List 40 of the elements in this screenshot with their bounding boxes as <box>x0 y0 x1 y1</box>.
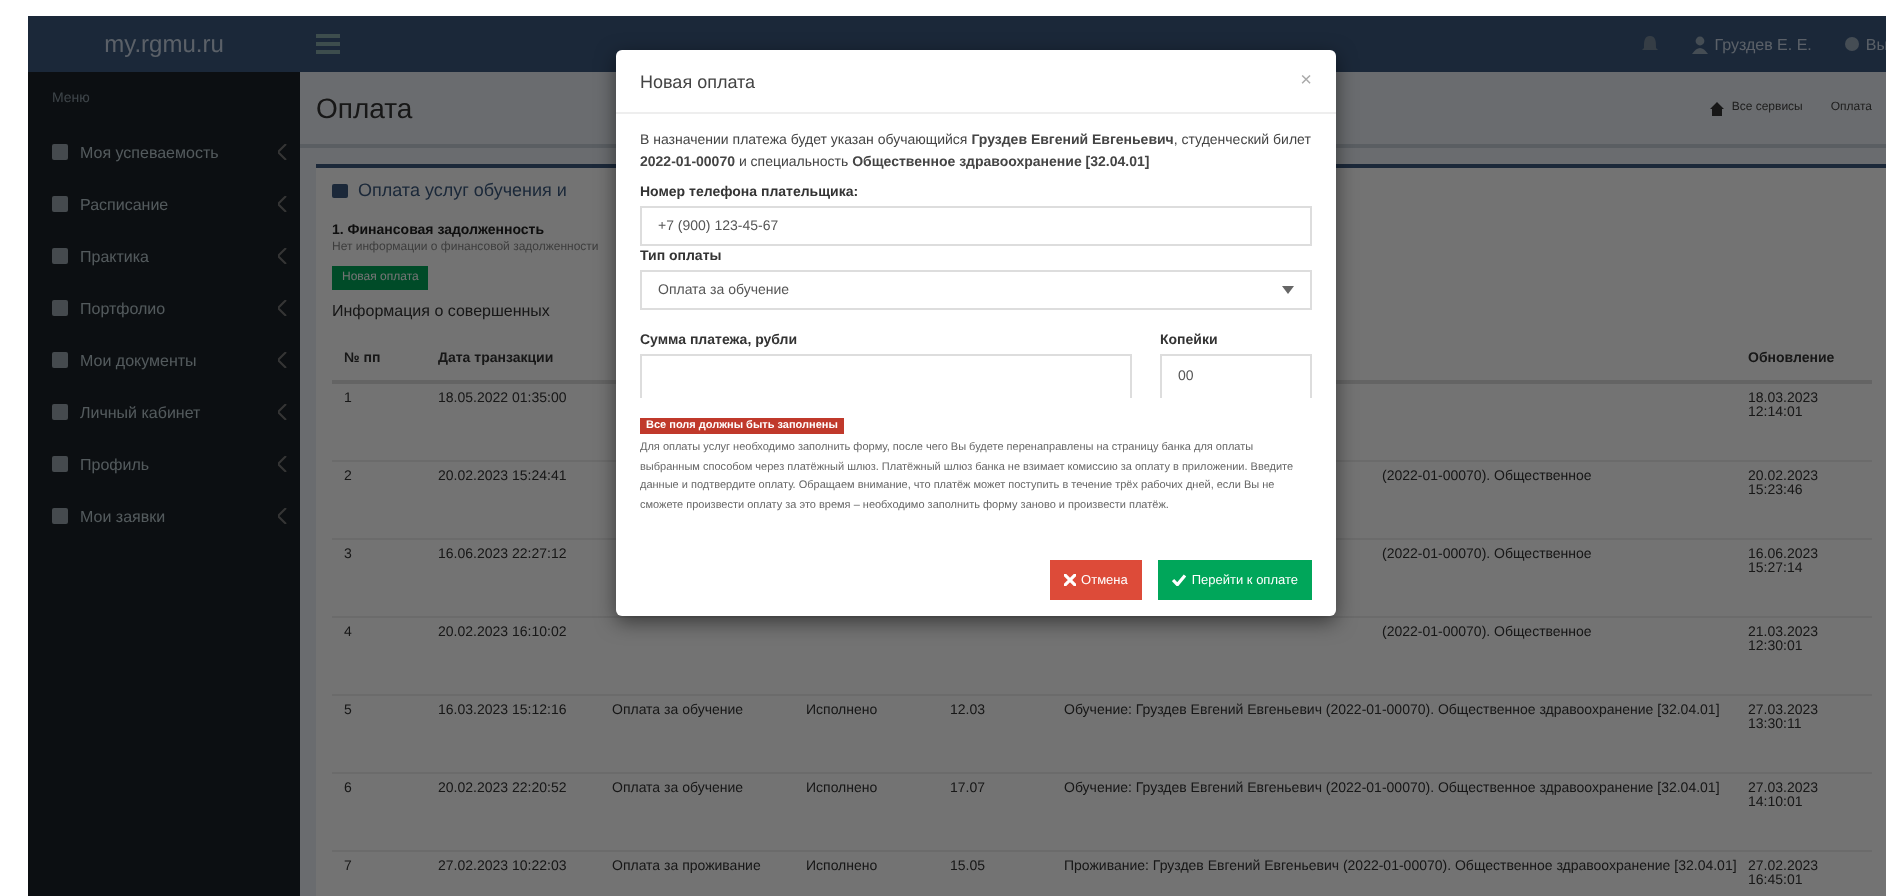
square-icon <box>52 300 68 316</box>
logo-text: my.rgmu.ru <box>102 30 226 58</box>
person-icon <box>1692 35 1709 53</box>
sidebar-item[interactable]: Профиль <box>28 438 300 490</box>
square-icon <box>52 456 68 472</box>
page-title: Оплата <box>316 92 413 124</box>
bell-icon <box>1640 34 1661 54</box>
check-icon <box>1171 574 1186 586</box>
chevron-icon <box>278 456 288 472</box>
close-icon <box>1063 574 1076 586</box>
chevron-icon <box>278 248 288 264</box>
home-icon <box>1709 101 1724 115</box>
chevron-icon <box>278 508 288 524</box>
sidebar-item[interactable]: Расписание <box>28 178 300 230</box>
caret-icon <box>1282 286 1294 294</box>
sidebar-item[interactable]: Моя успеваемость <box>28 126 300 178</box>
square-icon <box>52 508 68 524</box>
sum-field[interactable] <box>640 354 1132 398</box>
chevron-icon <box>278 404 288 420</box>
sidebar-item[interactable]: Мои заявки <box>28 490 300 542</box>
close-button[interactable]: × <box>1300 70 1312 92</box>
square-icon <box>52 248 68 264</box>
square-icon <box>52 352 68 368</box>
sidebar-item[interactable]: Личный кабинет <box>28 386 300 438</box>
user-link[interactable]: Груздев Е. Е. <box>1692 35 1812 53</box>
section-title: Информация о совершенных <box>332 302 550 320</box>
square-icon <box>52 144 68 160</box>
card-icon <box>332 183 348 197</box>
sidebar-item[interactable]: Практика <box>28 230 300 282</box>
chevron-icon <box>278 196 288 212</box>
chevron-icon <box>278 300 288 316</box>
menu-icon <box>316 34 340 54</box>
sidebar-item[interactable]: Портфолио <box>28 282 300 334</box>
panel-title: Оплата услуг обучения и <box>358 180 567 200</box>
square-icon <box>52 196 68 212</box>
dialog-title: Новая оплата <box>640 71 756 91</box>
chevron-icon <box>278 352 288 368</box>
sidebar-item[interactable]: Мои документы <box>28 334 300 386</box>
chevron-icon <box>278 144 288 160</box>
square-icon <box>52 404 68 420</box>
